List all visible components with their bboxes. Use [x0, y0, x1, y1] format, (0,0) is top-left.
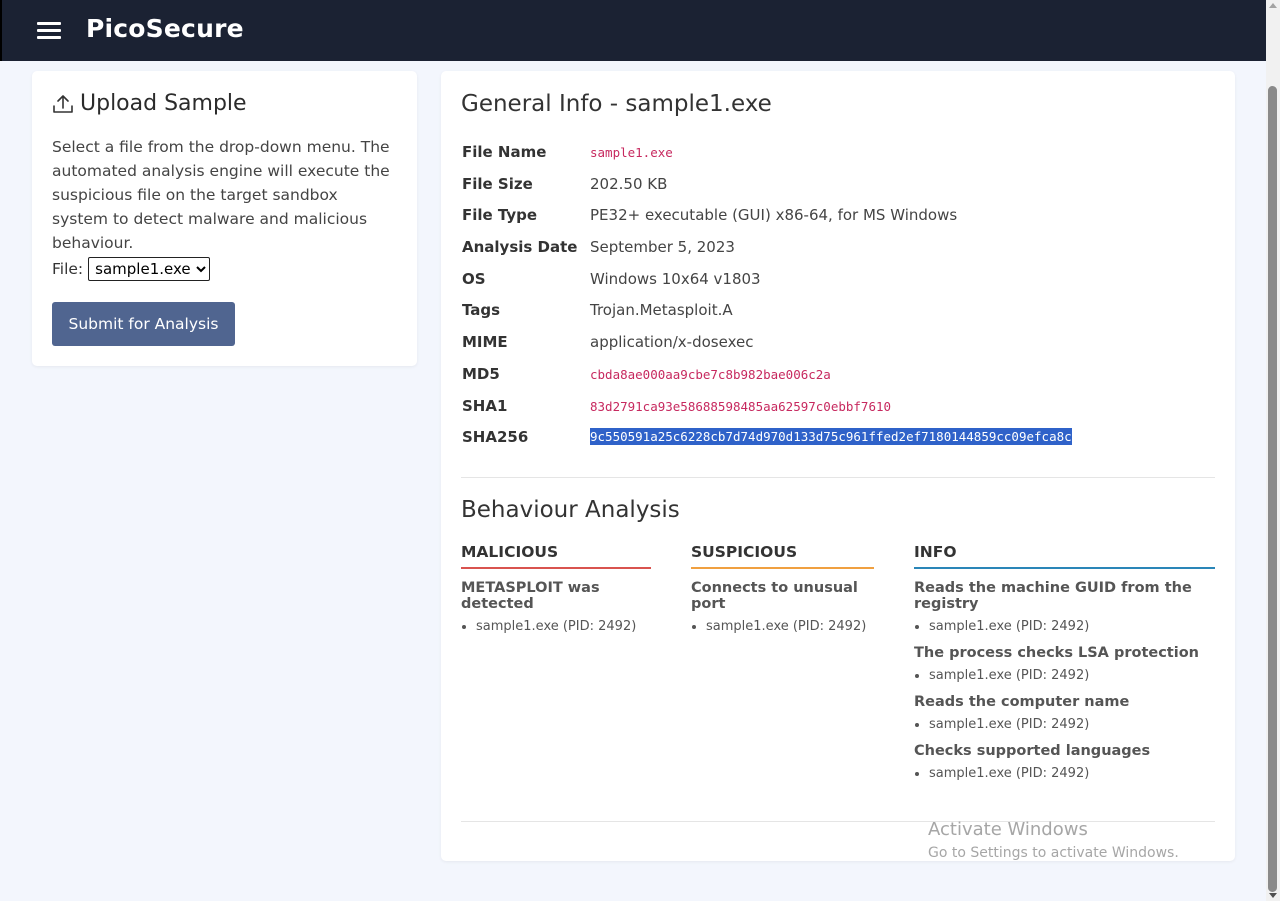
upload-card: Upload Sample Select a file from the dro… — [32, 71, 417, 366]
behaviour-item: Checks supported languages sample1.exe (… — [914, 743, 1215, 781]
behaviour-item: Connects to unusual port sample1.exe (PI… — [691, 580, 874, 634]
menu-icon[interactable] — [37, 20, 61, 40]
behaviour-item: Reads the machine GUID from the registry… — [914, 580, 1215, 634]
detail-key: MD5 — [462, 364, 500, 383]
column-heading: MALICIOUS — [461, 543, 651, 569]
detail-value-selected[interactable]: 9c550591a25c6228cb7d74d970d133d75c961ffe… — [590, 428, 1072, 446]
detail-value: cbda8ae000aa9cbe7c8b982bae006c2a — [590, 366, 831, 382]
brand-title: PicoSecure — [86, 14, 244, 43]
detail-key: File Name — [462, 143, 547, 161]
detail-key: MIME — [462, 333, 508, 352]
detail-value: sample1.exe — [590, 145, 673, 160]
behaviour-item-title: Reads the computer name — [914, 694, 1130, 710]
detail-key: OS — [462, 269, 486, 288]
column-heading: INFO — [914, 543, 1215, 569]
column-heading: SUSPICIOUS — [691, 543, 874, 569]
behaviour-title: Behaviour Analysis — [461, 497, 680, 523]
section-divider — [461, 477, 1215, 478]
page-scrollbar[interactable] — [1266, 0, 1280, 901]
behaviour-item: Reads the computer name sample1.exe (PID… — [914, 694, 1215, 732]
detail-key: SHA256 — [462, 428, 529, 447]
behaviour-item-title: The process checks LSA protection — [914, 645, 1199, 661]
behaviour-item-detail: sample1.exe (PID: 2492) — [476, 619, 651, 634]
behaviour-item-detail: sample1.exe (PID: 2492) — [929, 766, 1215, 781]
column-malicious: MALICIOUS METASPLOIT was detected sample… — [461, 543, 651, 634]
upload-heading: Upload Sample — [52, 91, 247, 116]
detail-key: Tags — [462, 301, 501, 320]
behaviour-item-detail: sample1.exe (PID: 2492) — [706, 619, 874, 634]
file-row: File: sample1.exe — [52, 257, 211, 281]
section-divider — [461, 821, 1215, 822]
general-info-title: General Info - sample1.exe — [461, 91, 772, 117]
behaviour-item-detail: sample1.exe (PID: 2492) — [929, 668, 1215, 683]
behaviour-item-title: Reads the machine GUID from the registry — [914, 580, 1192, 612]
scroll-down-icon[interactable] — [1269, 893, 1277, 898]
general-info-card: General Info - sample1.exe File Name sam… — [441, 71, 1235, 861]
behaviour-item-title: Checks supported languages — [914, 743, 1151, 759]
behaviour-item-title: Connects to unusual port — [691, 580, 858, 612]
detail-value: Trojan.Metasploit.A — [590, 301, 733, 320]
behaviour-item: The process checks LSA protection sample… — [914, 645, 1215, 683]
upload-icon — [53, 94, 73, 113]
detail-value: 202.50 KB — [590, 174, 668, 193]
detail-value: application/x-dosexec — [590, 333, 754, 352]
upload-title: Upload Sample — [80, 91, 247, 116]
behaviour-item-title: METASPLOIT was detected — [461, 580, 600, 612]
file-select[interactable]: sample1.exe — [88, 257, 211, 281]
top-navbar: PicoSecure — [0, 0, 1266, 61]
behaviour-item-detail: sample1.exe (PID: 2492) — [929, 717, 1215, 732]
detail-key: File Type — [462, 206, 538, 225]
detail-key: SHA1 — [462, 396, 508, 415]
detail-value: September 5, 2023 — [590, 238, 735, 257]
detail-key: Analysis Date — [462, 238, 578, 257]
scroll-up-icon[interactable] — [1269, 3, 1277, 8]
upload-description: Select a file from the drop-down menu. T… — [52, 138, 390, 252]
detail-value: 83d2791ca93e58688598485aa62597c0ebbf7610 — [590, 398, 892, 414]
behaviour-item-detail: sample1.exe (PID: 2492) — [929, 619, 1215, 634]
detail-key: File Size — [462, 174, 533, 193]
activation-watermark-title: Activate Windows — [928, 819, 1088, 840]
activation-watermark-subtitle: Go to Settings to activate Windows. — [928, 845, 1179, 861]
detail-value: Windows 10x64 v1803 — [590, 269, 761, 288]
column-suspicious: SUSPICIOUS Connects to unusual port samp… — [691, 543, 874, 634]
scrollbar-thumb[interactable] — [1268, 86, 1277, 892]
file-label: File: — [52, 260, 84, 278]
column-info: INFO Reads the machine GUID from the reg… — [914, 543, 1215, 781]
behaviour-item: METASPLOIT was detected sample1.exe (PID… — [461, 580, 651, 634]
submit-analysis-button[interactable]: Submit for Analysis — [52, 302, 235, 346]
detail-value: PE32+ executable (GUI) x86-64, for MS Wi… — [590, 206, 958, 225]
